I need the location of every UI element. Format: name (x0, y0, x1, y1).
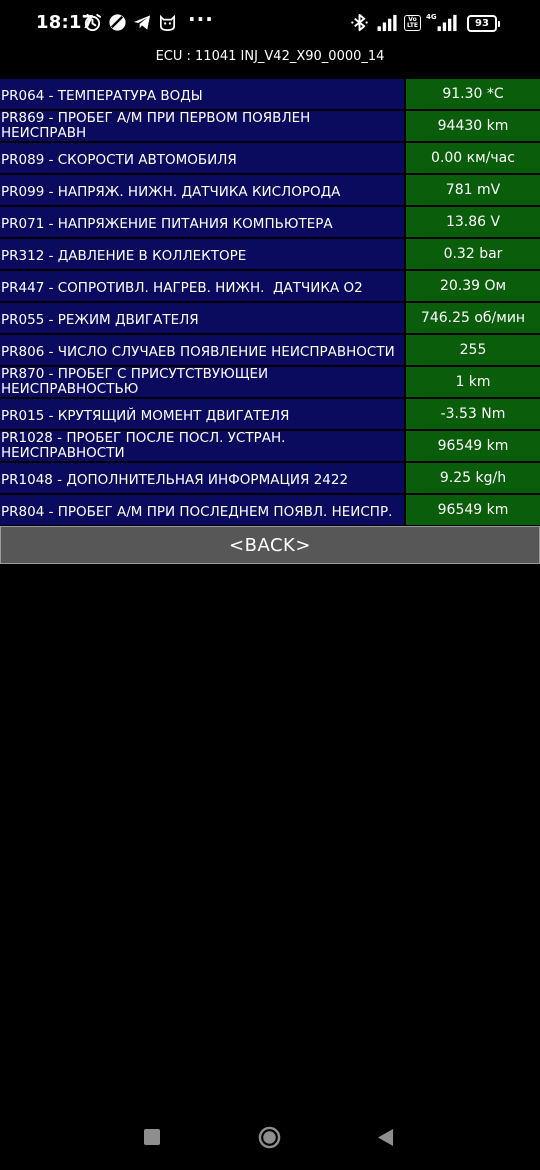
param-name: PR870 - ПРОБЕГ С ПРИСУТСТВУЮЩЕЙ НЕИСПРАВ… (0, 367, 404, 397)
volte-icon: Vo LTE (404, 15, 421, 31)
param-name: PR869 - ПРОБЕГ А/М ПРИ ПЕРВОМ ПОЯВЛЕН НЕ… (0, 111, 404, 141)
param-name: PR447 - СОПРОТИВЛ. НАГРЕВ. НИЖН. ДАТЧИКА… (0, 271, 404, 301)
table-row[interactable]: PR312 - ДАВЛЕНИЕ В КОЛЛЕКТОРЕ 0.32 bar (0, 239, 540, 269)
recent-apps-icon[interactable] (144, 1129, 160, 1145)
parameter-table: PR064 - ТЕМПЕРАТУРА ВОДЫ 91.30 *C PR869 … (0, 79, 540, 527)
param-value: 13.86 V (406, 207, 540, 237)
table-row[interactable]: PR804 - ПРОБЕГ А/М ПРИ ПОСЛЕДНЕМ ПОЯВЛ. … (0, 495, 540, 525)
telegram-icon (133, 13, 152, 32)
signal-icon (376, 13, 400, 32)
table-row[interactable]: PR055 - РЕЖИМ ДВИГАТЕЛЯ 746.25 об/мин (0, 303, 540, 333)
param-name: PR1028 - ПРОБЕГ ПОСЛЕ ПОСЛ. УСТРАН. НЕИС… (0, 431, 404, 461)
param-name: PR099 - НАПРЯЖ. НИЖН. ДАТЧИКА КИСЛОРОДА (0, 175, 404, 205)
back-triangle-icon[interactable] (377, 1128, 394, 1147)
status-bar: 18:17 ··· Vo LTE 4G 93 (0, 0, 540, 46)
param-name: PR089 - СКОРОСТИ АВТОМОБИЛЯ (0, 143, 404, 173)
table-row[interactable]: PR869 - ПРОБЕГ А/М ПРИ ПЕРВОМ ПОЯВЛЕН НЕ… (0, 111, 540, 141)
param-value: 91.30 *C (406, 79, 540, 109)
ecu-header: ECU : 11041 INJ_V42_X90_0000_14 (155, 49, 385, 64)
table-row[interactable]: PR099 - НАПРЯЖ. НИЖН. ДАТЧИКА КИСЛОРОДА … (0, 175, 540, 205)
table-row[interactable]: PR015 - КРУТЯЩИЙ МОМЕНТ ДВИГАТЕЛЯ -3.53 … (0, 399, 540, 429)
param-value: 0.00 км/час (406, 143, 540, 173)
param-name: PR071 - НАПРЯЖЕНИЕ ПИТАНИЯ КОМПЬЮТЕРА (0, 207, 404, 237)
param-value: 0.32 bar (406, 239, 540, 269)
table-row[interactable]: PR806 - ЧИСЛО СЛУЧАЕВ ПОЯВЛЕНИЕ НЕИСПРАВ… (0, 335, 540, 365)
param-value: 9.25 kg/h (406, 463, 540, 493)
table-row[interactable]: PR071 - НАПРЯЖЕНИЕ ПИТАНИЯ КОМПЬЮТЕРА 13… (0, 207, 540, 237)
param-name: PR1048 - ДОПОЛНИТЕЛЬНАЯ ИНФОРМАЦИЯ 2422 (0, 463, 404, 493)
param-name: PR055 - РЕЖИМ ДВИГАТЕЛЯ (0, 303, 404, 333)
param-value: 96549 km (406, 495, 540, 525)
param-value: 20.39 Ом (406, 271, 540, 301)
blocked-icon (108, 13, 127, 32)
screen: 18:17 ··· Vo LTE 4G 93 ECU : 11041 INJ_V… (0, 0, 540, 1170)
param-name: PR015 - КРУТЯЩИЙ МОМЕНТ ДВИГАТЕЛЯ (0, 399, 404, 429)
param-value: -3.53 Nm (406, 399, 540, 429)
table-row[interactable]: PR447 - СОПРОТИВЛ. НАГРЕВ. НИЖН. ДАТЧИКА… (0, 271, 540, 301)
param-name: PR806 - ЧИСЛО СЛУЧАЕВ ПОЯВЛЕНИЕ НЕИСПРАВ… (0, 335, 404, 365)
back-button[interactable]: <BACK> (0, 526, 540, 564)
param-value: 781 mV (406, 175, 540, 205)
table-row[interactable]: PR1028 - ПРОБЕГ ПОСЛЕ ПОСЛ. УСТРАН. НЕИС… (0, 431, 540, 461)
table-row[interactable]: PR064 - ТЕМПЕРАТУРА ВОДЫ 91.30 *C (0, 79, 540, 109)
param-name: PR804 - ПРОБЕГ А/М ПРИ ПОСЛЕДНЕМ ПОЯВЛ. … (0, 495, 404, 525)
param-value: 746.25 об/мин (406, 303, 540, 333)
param-value: 1 km (406, 367, 540, 397)
alarm-icon (83, 13, 102, 32)
table-row[interactable]: PR870 - ПРОБЕГ С ПРИСУТСТВУЮЩЕЙ НЕИСПРАВ… (0, 367, 540, 397)
signal-icon (436, 13, 460, 32)
more-notifications-icon: ··· (188, 7, 214, 31)
home-icon[interactable] (258, 1126, 281, 1149)
param-value: 96549 km (406, 431, 540, 461)
param-value: 94430 km (406, 111, 540, 141)
battery-icon: 93 (467, 15, 500, 32)
table-row[interactable]: PR089 - СКОРОСТИ АВТОМОБИЛЯ 0.00 км/час (0, 143, 540, 173)
param-name: PR312 - ДАВЛЕНИЕ В КОЛЛЕКТОРЕ (0, 239, 404, 269)
cat-app-icon (158, 13, 177, 32)
bluetooth-icon (350, 13, 369, 32)
param-value: 255 (406, 335, 540, 365)
table-row[interactable]: PR1048 - ДОПОЛНИТЕЛЬНАЯ ИНФОРМАЦИЯ 2422 … (0, 463, 540, 493)
param-name: PR064 - ТЕМПЕРАТУРА ВОДЫ (0, 79, 404, 109)
